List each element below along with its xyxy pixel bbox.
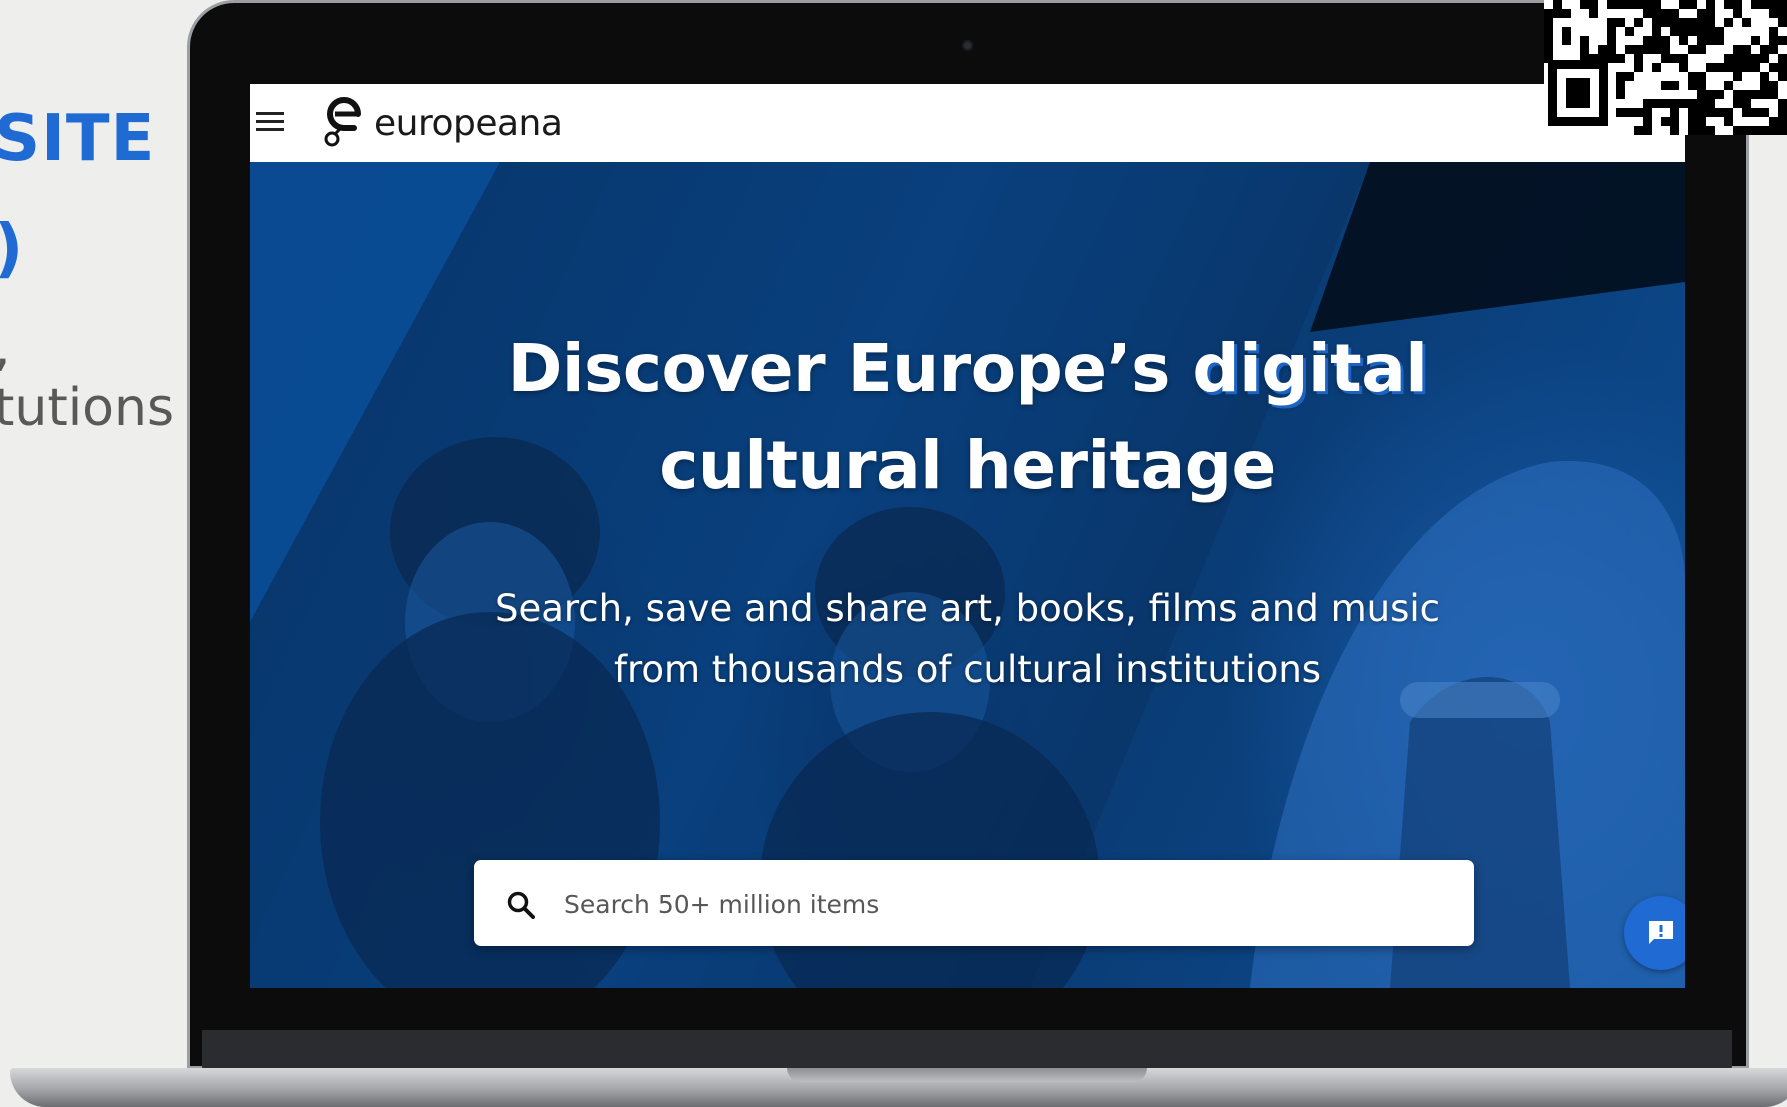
- hero-heading-accent: digital: [1192, 330, 1428, 407]
- slide-title-line: ): [0, 194, 155, 304]
- hero-subtitle-line-2: from thousands of cultural institutions: [613, 648, 1322, 691]
- slide-title-line: SITE: [0, 102, 156, 176]
- search-icon: [507, 891, 535, 919]
- qr-code: [1544, 0, 1787, 135]
- laptop-bezel-bottom: [202, 1030, 1732, 1072]
- europeana-logo-icon: [324, 97, 361, 147]
- camera-dot: [962, 40, 973, 51]
- hero-subtitle: Search, save and share art, books, films…: [250, 578, 1685, 700]
- search-bar[interactable]: [474, 860, 1474, 948]
- feedback-icon: [1649, 921, 1673, 944]
- hero-heading-start: Discover Europe’s: [507, 330, 1193, 407]
- qr-code-image: [1544, 0, 1787, 135]
- hero-heading-line-1: Discover Europe’s digital: [250, 320, 1685, 417]
- menu-button[interactable]: [254, 106, 288, 136]
- search-input[interactable]: [562, 860, 1446, 948]
- laptop-screen: europeana Discover Europe’s digital cult…: [250, 84, 1685, 988]
- hero-section: Discover Europe’s digital cultural herit…: [250, 162, 1685, 988]
- slide-body-text: , tutions: [0, 318, 174, 438]
- slide-body-line: tutions: [0, 378, 175, 438]
- hero-subtitle-line-1: Search, save and share art, books, films…: [494, 587, 1441, 630]
- brand-name: europeana: [374, 102, 563, 144]
- hamburger-menu-icon: [256, 111, 288, 131]
- site-header: europeana: [250, 84, 1685, 162]
- slide-title: SITE ): [0, 84, 155, 304]
- hero-heading: Discover Europe’s digital cultural herit…: [250, 320, 1685, 514]
- brand-home-link[interactable]: europeana: [322, 93, 563, 153]
- laptop-base-notch: [787, 1068, 1147, 1082]
- hero-heading-line-2: cultural heritage: [659, 427, 1276, 504]
- slide-body-line: ,: [0, 318, 174, 378]
